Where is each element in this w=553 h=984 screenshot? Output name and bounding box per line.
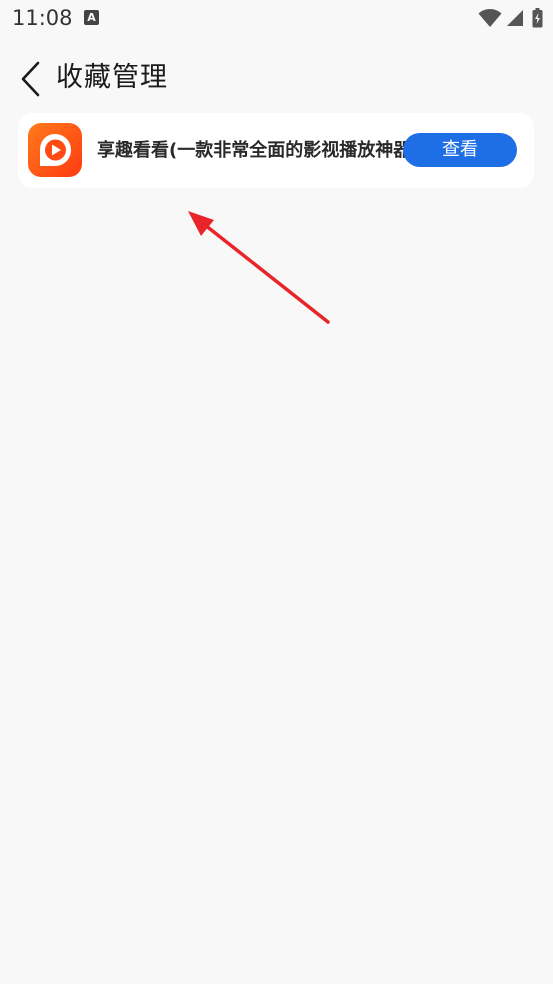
chevron-left-icon[interactable] [18,60,46,98]
notification-a-icon: A [84,10,99,25]
page-title: 收藏管理 [56,62,168,93]
status-bar: 11:08 A [0,0,553,38]
battery-charging-icon [532,8,543,28]
header: 收藏管理 [0,52,553,104]
favorite-item[interactable]: 享趣看看(一款非常全面的影视播放神器 查看 [18,113,534,188]
status-time: 11:08 [12,6,73,30]
wifi-icon [478,8,502,28]
signal-icon [506,9,524,27]
status-icons [478,6,543,30]
app-icon[interactable] [28,123,82,177]
view-button[interactable]: 查看 [403,133,517,167]
play-icon [40,134,71,166]
app-name: 享趣看看(一款非常全面的影视播放神器 [97,140,407,161]
